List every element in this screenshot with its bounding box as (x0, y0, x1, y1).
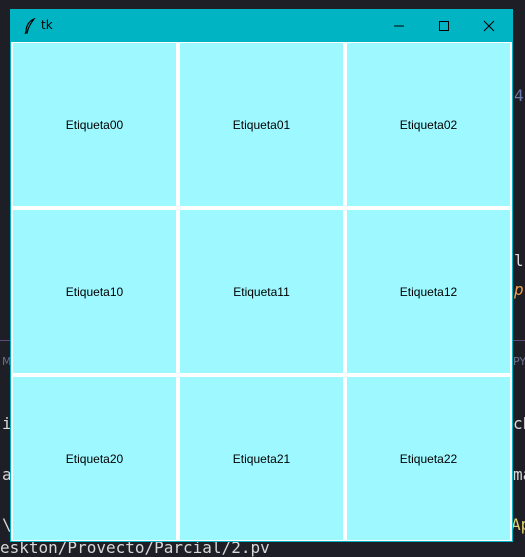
minimize-button[interactable] (376, 10, 422, 42)
label-grid: Etiqueta00 Etiqueta01 Etiqueta02 Etiquet… (13, 43, 511, 540)
label-10: Etiqueta10 (13, 210, 176, 373)
title-bar[interactable]: tk (11, 10, 512, 42)
label-02: Etiqueta02 (347, 43, 510, 206)
label-00: Etiqueta00 (13, 43, 176, 206)
editor-fragment: p (514, 280, 524, 299)
editor-fragment: ma (513, 465, 525, 484)
editor-fragment: l (514, 251, 524, 270)
close-icon (483, 20, 495, 32)
label-11: Etiqueta11 (180, 210, 343, 373)
editor-fragment: PY (513, 355, 525, 368)
window-title: tk (41, 18, 53, 32)
editor-fragment: Ap (511, 515, 525, 534)
close-button[interactable] (466, 10, 512, 42)
label-20: Etiqueta20 (13, 377, 176, 540)
label-22: Etiqueta22 (347, 377, 510, 540)
label-12: Etiqueta12 (347, 210, 510, 373)
label-01: Etiqueta01 (180, 43, 343, 206)
maximize-button[interactable] (421, 10, 467, 42)
tk-window: tk Etiqueta00 Etiqueta01 Etiqueta02 Etiq… (10, 9, 513, 542)
editor-fragment: ch (513, 414, 525, 433)
editor-fragment: 4 (514, 86, 524, 105)
minimize-icon (394, 25, 404, 27)
tk-feather-icon (24, 18, 36, 34)
maximize-icon (439, 21, 449, 31)
label-21: Etiqueta21 (180, 377, 343, 540)
